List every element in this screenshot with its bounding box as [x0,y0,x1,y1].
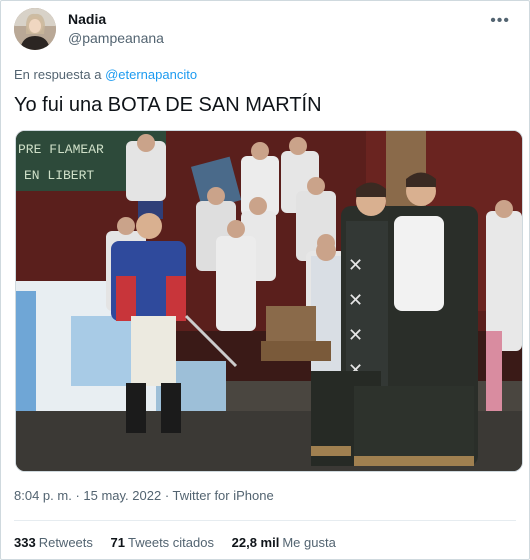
quote-tweets-stat[interactable]: 71 Tweets citados [111,535,214,550]
likes-label: Me gusta [282,535,336,550]
avatar[interactable] [14,8,56,50]
quote-tweets-label: Tweets citados [128,535,214,550]
retweets-label: Retweets [38,535,93,550]
svg-text:✕: ✕ [348,325,363,346]
svg-text:✕: ✕ [348,255,363,276]
banner-line-1: PRE FLAMEAR [18,142,104,157]
user-name[interactable]: Nadia [68,11,106,27]
banner-line-2: EN LIBERT [24,168,94,183]
retweets-count: 333 [14,535,36,550]
tweet-meta: 8:04 p. m. · 15 may. 2022 · Twitter for … [14,488,274,503]
quote-tweets-count: 71 [110,535,125,550]
retweets-stat[interactable]: 333 Retweets [14,535,93,550]
likes-count: 22,8 mil [231,535,280,550]
user-handle[interactable]: @pampeanana [68,30,164,46]
tweet-header: Nadia @pampeanana ••• [14,8,514,54]
tweet-photo[interactable]: PRE FLAMEAR EN LIBERT ✕ ✕ ✕ ✕ [15,130,523,472]
tweet-source[interactable]: Twitter for iPhone [173,488,274,503]
divider [14,520,516,521]
svg-text:✕: ✕ [348,290,363,311]
tweet-text: Yo fui una BOTA DE SAN MARTÍN [14,94,322,116]
tweet-time[interactable]: 8:04 p. m. [14,488,72,503]
reply-to-link[interactable]: @eternapancito [105,67,197,82]
tweet-stats: 333 Retweets 71 Tweets citados 22,8 mil Me … [14,535,350,550]
ellipsis-icon[interactable]: ••• [490,12,510,30]
reply-prefix: En respuesta a [14,67,102,82]
meta-separator: · [164,488,173,503]
tweet-date[interactable]: 15 may. 2022 [83,488,161,503]
likes-stat[interactable]: 22,8 mil Me gusta [232,535,336,550]
reply-context: En respuesta a @eternapancito [14,67,197,82]
